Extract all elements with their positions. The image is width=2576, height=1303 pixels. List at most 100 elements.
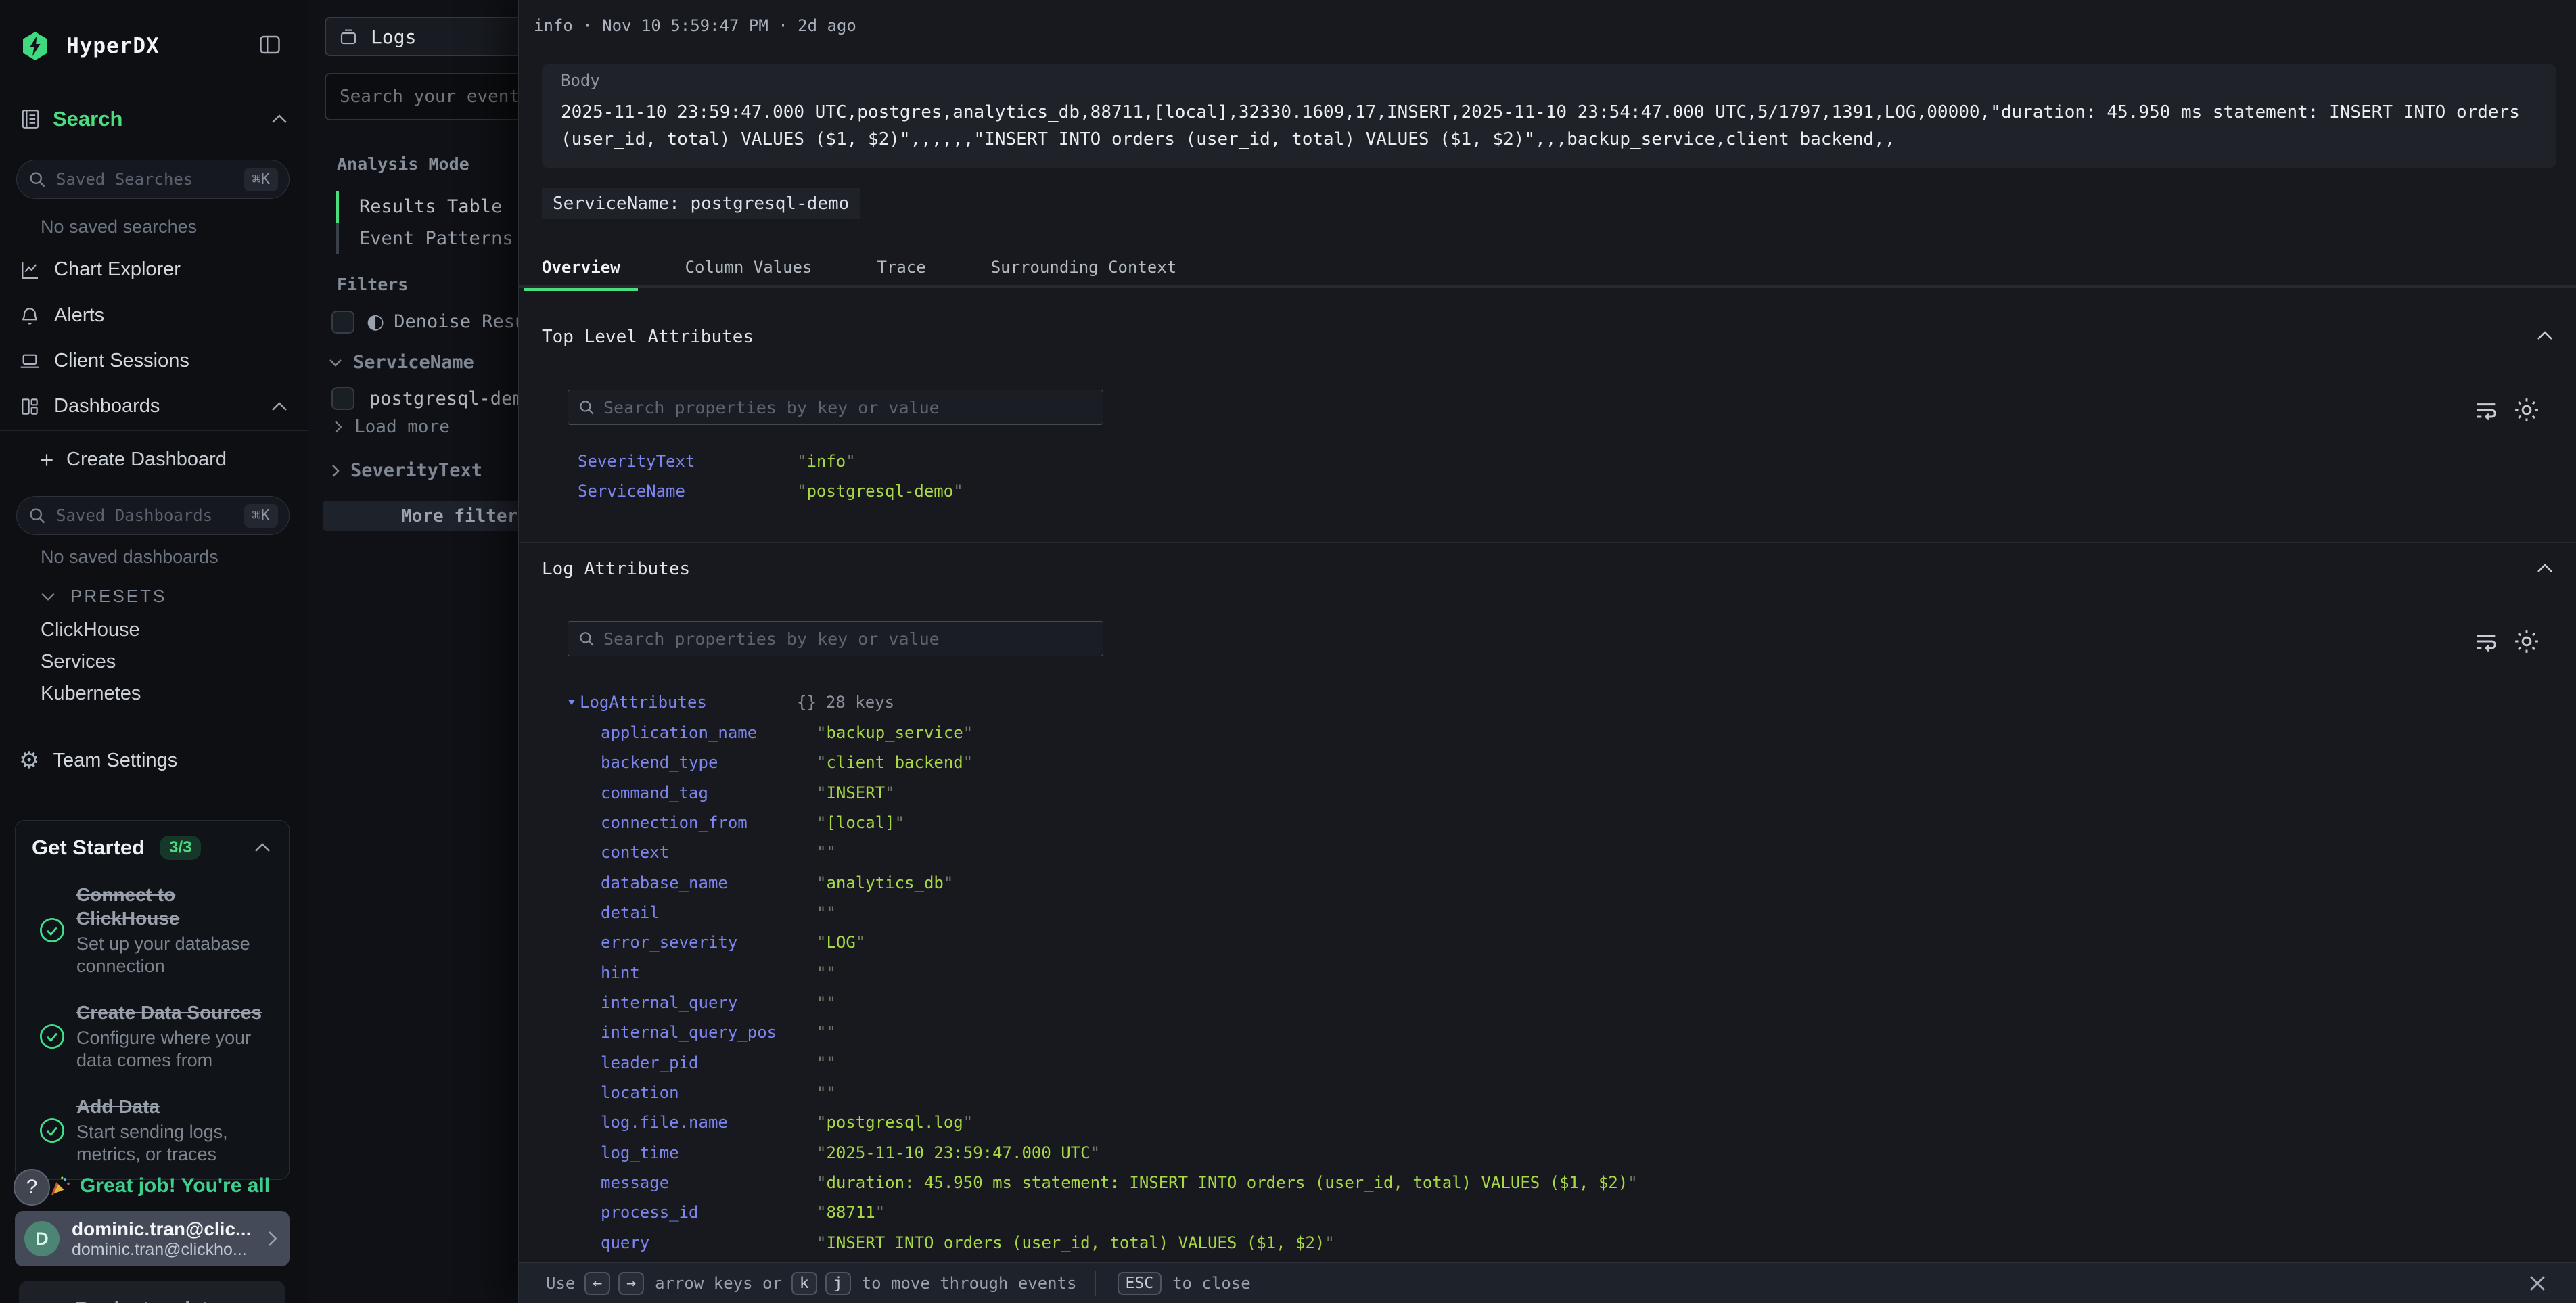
wrap-lines-icon[interactable] [2471, 396, 2501, 424]
attribute-row[interactable]: hint [519, 958, 2576, 988]
chevron-up-icon[interactable] [252, 841, 273, 854]
attribute-row[interactable]: log_time2025-11-10 23:59:47.000 UTC [519, 1138, 2576, 1168]
wrap-lines-icon[interactable] [2471, 628, 2501, 655]
attribute-value[interactable]: client backend [816, 753, 973, 772]
attribute-row[interactable]: error_severityLOG [519, 928, 2576, 957]
attribute-value[interactable]: 88711 [816, 1203, 885, 1222]
attribute-key[interactable]: hint [601, 963, 816, 982]
filter-group-severitytext[interactable]: SeverityText [330, 460, 482, 481]
denoise-results-row[interactable]: ◐ Denoise Results [331, 310, 518, 334]
filter-group-servicename[interactable]: ServiceName [327, 352, 474, 373]
attribute-key[interactable]: connection_from [601, 813, 816, 832]
presets-header[interactable]: PRESETS [39, 586, 166, 607]
get-started-item[interactable]: Create Data Sources Configure where your… [32, 1001, 273, 1072]
gear-icon[interactable] [2512, 395, 2542, 425]
attribute-key[interactable]: database_name [601, 873, 816, 892]
denoise-checkbox[interactable] [331, 311, 354, 334]
sidebar-item-alerts[interactable]: Alerts [19, 304, 290, 327]
attribute-row[interactable]: internal_query_pos [519, 1018, 2576, 1047]
attribute-value[interactable]: duration: 45.950 ms statement: INSERT IN… [816, 1173, 1638, 1192]
attribute-row[interactable]: process_id88711 [519, 1197, 2576, 1227]
attribute-value[interactable] [816, 963, 836, 982]
attribute-value[interactable]: postgresql.log [816, 1113, 973, 1132]
tab-column-values[interactable]: Column Values [668, 248, 830, 287]
attribute-key[interactable]: ServiceName [578, 482, 797, 501]
attribute-key[interactable]: backend_type [601, 753, 816, 772]
attribute-key[interactable]: query [601, 1233, 816, 1252]
attribute-value[interactable] [816, 993, 836, 1012]
attribute-key[interactable]: internal_query_pos [601, 1023, 816, 1042]
attribute-value[interactable]: LOG [816, 933, 865, 952]
attribute-key[interactable]: message [601, 1173, 816, 1192]
attribute-key[interactable]: log_time [601, 1143, 816, 1162]
help-button[interactable]: ? [14, 1169, 50, 1206]
attribute-row[interactable]: application_namebackup_service [519, 718, 2576, 748]
tab-trace[interactable]: Trace [859, 248, 943, 287]
sidebar-item-chart-explorer[interactable]: Chart Explorer [19, 258, 290, 281]
source-select[interactable]: Logs [325, 17, 518, 56]
attribute-value[interactable] [816, 1023, 836, 1042]
attribute-row[interactable]: connection_from[local] [519, 808, 2576, 838]
event-search-input[interactable] [325, 73, 518, 120]
attribute-row[interactable]: context [519, 838, 2576, 867]
top-level-attr-search-field[interactable] [603, 398, 1077, 417]
filter-value-row[interactable]: postgresql-demo [331, 387, 518, 410]
collapse-section-icon[interactable] [2535, 562, 2555, 575]
bottom-teaser-card[interactable]: Product updates [19, 1281, 285, 1303]
log-attr-search-field[interactable] [603, 629, 1077, 649]
attribute-key[interactable]: LogAttributes [580, 693, 797, 712]
close-icon[interactable] [2526, 1272, 2549, 1295]
load-more-button[interactable]: Load more [333, 417, 450, 437]
attribute-key[interactable]: context [601, 843, 816, 862]
attribute-value[interactable]: INSERT [816, 783, 895, 802]
mode-results-table[interactable]: Results Table [336, 191, 502, 223]
attribute-key[interactable]: SeverityText [578, 452, 797, 471]
preset-clickhouse[interactable]: ClickHouse [41, 619, 140, 641]
attribute-value[interactable]: INSERT INTO orders (user_id, total) VALU… [816, 1233, 1335, 1252]
create-dashboard-button[interactable]: Create Dashboard [38, 449, 227, 471]
log-attr-search[interactable] [568, 621, 1103, 656]
tab-overview[interactable]: Overview [524, 248, 638, 287]
attribute-key[interactable]: process_id [601, 1203, 816, 1222]
attribute-value[interactable]: postgresql-demo [797, 482, 963, 501]
attribute-value[interactable] [816, 1053, 836, 1072]
attribute-value[interactable] [816, 903, 836, 922]
get-started-item[interactable]: Add Data Start sending logs, metrics, or… [32, 1095, 273, 1166]
user-menu[interactable]: D dominic.tran@clic... dominic.tran@clic… [15, 1211, 290, 1266]
attribute-value[interactable] [816, 1083, 836, 1102]
postgresql-demo-checkbox[interactable] [331, 387, 354, 410]
sidebar-item-client-sessions[interactable]: Client Sessions [19, 350, 290, 372]
attribute-row[interactable]: queryINSERT INTO orders (user_id, total)… [519, 1228, 2576, 1258]
mode-event-patterns[interactable]: Event Patterns [336, 223, 513, 254]
attribute-row[interactable]: SeverityText info [519, 447, 2576, 476]
attribute-key[interactable]: command_tag [601, 783, 816, 802]
event-search-field[interactable] [340, 87, 518, 107]
top-level-attr-search[interactable] [568, 390, 1103, 425]
attribute-value[interactable]: backup_service [816, 723, 973, 742]
attribute-value[interactable] [816, 843, 836, 862]
attribute-key[interactable]: log.file.name [601, 1113, 816, 1132]
body-text[interactable]: 2025-11-10 23:59:47.000 UTC,postgres,ana… [561, 99, 2537, 153]
attribute-row[interactable]: ServiceName postgresql-demo [519, 476, 2576, 506]
attribute-row[interactable]: internal_query [519, 988, 2576, 1018]
attribute-value[interactable]: 2025-11-10 23:59:47.000 UTC [816, 1143, 1100, 1162]
attribute-key[interactable]: location [601, 1083, 816, 1102]
preset-services[interactable]: Services [41, 651, 116, 673]
attribute-key[interactable]: internal_query [601, 993, 816, 1012]
attribute-key[interactable]: leader_pid [601, 1053, 816, 1072]
log-attributes-root-row[interactable]: LogAttributes {} 28 keys [519, 687, 2576, 717]
attribute-row[interactable]: location [519, 1078, 2576, 1107]
attribute-row[interactable]: messageduration: 45.950 ms statement: IN… [519, 1168, 2576, 1197]
attribute-key[interactable]: detail [601, 903, 816, 922]
get-started-item[interactable]: Connect to ClickHouse Set up your databa… [32, 883, 273, 978]
attribute-row[interactable]: database_nameanalytics_db [519, 868, 2576, 898]
attribute-key[interactable]: application_name [601, 723, 816, 742]
attribute-row[interactable]: detail [519, 898, 2576, 928]
attribute-row[interactable]: command_tagINSERT [519, 778, 2576, 808]
sidebar-item-team-settings[interactable]: ⚙ Team Settings [19, 747, 290, 774]
sidebar-item-dashboards[interactable]: Dashboards [19, 395, 290, 417]
attribute-key[interactable]: error_severity [601, 933, 816, 952]
saved-searches-input[interactable]: Saved Searches ⌘K [16, 160, 290, 199]
sidebar-item-search[interactable]: Search [19, 107, 290, 131]
service-name-chip[interactable]: ServiceName: postgresql-demo [542, 188, 860, 219]
